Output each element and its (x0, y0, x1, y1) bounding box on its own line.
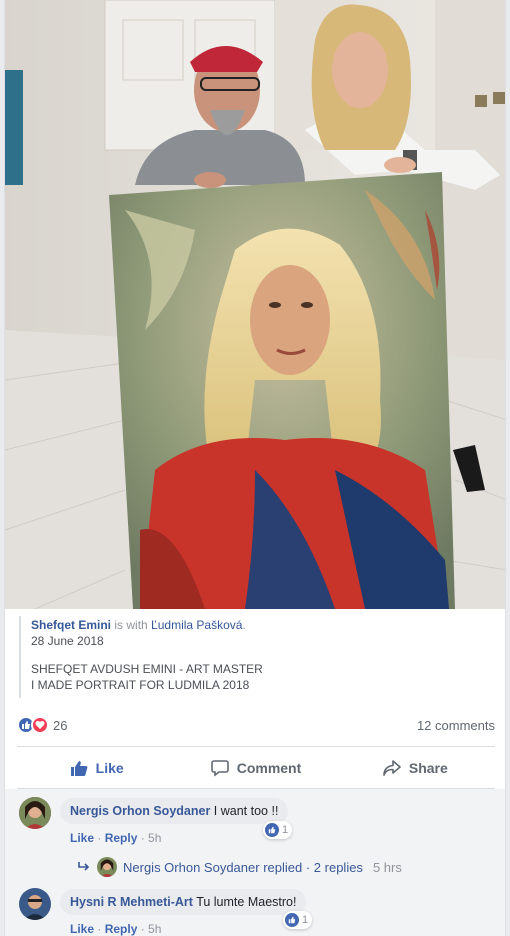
comment-reply-link[interactable]: Reply (105, 831, 138, 845)
comment-bubble: Nergis Orhon Soydaner I want too !! (60, 798, 289, 824)
commenter-name[interactable]: Hysni R Mehmeti-Art (70, 895, 193, 909)
reaction-stats: 26 12 comments (17, 716, 495, 738)
comment-reaction-count: 1 (302, 914, 309, 926)
comment-time[interactable]: 5h (148, 922, 161, 936)
reaction-count: 26 (53, 717, 68, 733)
post-header-line: Shefqet Emini is with Ľudmila Pašková. (31, 618, 489, 632)
avatar-photo (19, 797, 51, 829)
share-button[interactable]: Share (336, 748, 495, 788)
reply-count: 2 replies (313, 859, 363, 875)
post-body: SHEFQET AVDUSH EMINI - ART MASTER I MADE… (31, 661, 489, 693)
share-icon (383, 760, 401, 776)
reaction-summary[interactable]: 26 (17, 716, 67, 734)
comment-label: Comment (236, 760, 302, 776)
post-author-link[interactable]: Shefqet Emini (31, 618, 111, 632)
comment-time[interactable]: 5h (148, 831, 161, 845)
reply-arrow-icon (78, 862, 90, 871)
like-reaction-icon (265, 823, 279, 837)
comment-reply-link[interactable]: Reply (105, 922, 138, 936)
with-text: is with (114, 618, 148, 632)
love-reaction-icon (31, 716, 49, 734)
comment-reaction-badge[interactable]: 1 (263, 821, 293, 839)
comment-bubble: Hysni R Mehmeti-Art Tu lumte Maestro! (60, 889, 307, 915)
comment-meta: Like · Reply · 5h (70, 922, 162, 936)
reply-time: 5 hrs (372, 859, 402, 875)
replied-verb: replied (263, 859, 303, 875)
period: . (242, 618, 246, 632)
comment-like-link[interactable]: Like (70, 922, 94, 936)
comment-reaction-count: 1 (282, 824, 289, 836)
comment-reaction-badge[interactable]: 1 (283, 911, 313, 929)
thumbs-up-icon (70, 761, 88, 776)
post-photo[interactable] (5, 0, 505, 609)
avatar-photo (19, 888, 51, 920)
post-body-line-1: SHEFQET AVDUSH EMINI - ART MASTER (31, 662, 263, 676)
comment-meta: Like · Reply · 5h (70, 831, 162, 845)
commenter-name[interactable]: Nergis Orhon Soydaner (70, 804, 210, 818)
comments-count-link[interactable]: 12 comments (417, 718, 495, 733)
divider (17, 746, 495, 747)
like-button[interactable]: Like (17, 748, 176, 788)
shared-post-quote: Shefqet Emini is with Ľudmila Pašková. 2… (19, 616, 489, 698)
view-replies-link[interactable]: Nergis Orhon Soydaner replied · 2 replie… (77, 857, 402, 877)
post-body-line-2: I MADE PORTRAIT FOR LUDMILA 2018 (31, 678, 250, 692)
comment-like-link[interactable]: Like (70, 831, 94, 845)
tagged-user-link[interactable]: Ľudmila Pašková (151, 618, 242, 632)
like-label: Like (95, 760, 124, 776)
photo-portrait-painting (5, 0, 505, 609)
share-label: Share (408, 760, 448, 776)
comment-text: Tu lumte Maestro! (196, 895, 297, 909)
reply-avatar (97, 857, 117, 877)
comment-icon (210, 760, 229, 777)
action-bar: Like Comment Share (17, 748, 495, 788)
post-date[interactable]: 28 June 2018 (31, 634, 489, 648)
avatar[interactable] (19, 797, 51, 829)
comment-button[interactable]: Comment (176, 748, 335, 788)
avatar[interactable] (19, 888, 51, 920)
like-reaction-icon (285, 913, 299, 927)
replier-name: Nergis Orhon Soydaner (123, 859, 260, 875)
post-card: Shefqet Emini is with Ľudmila Pašková. 2… (4, 0, 506, 936)
comment-text: I want too !! (213, 804, 279, 818)
